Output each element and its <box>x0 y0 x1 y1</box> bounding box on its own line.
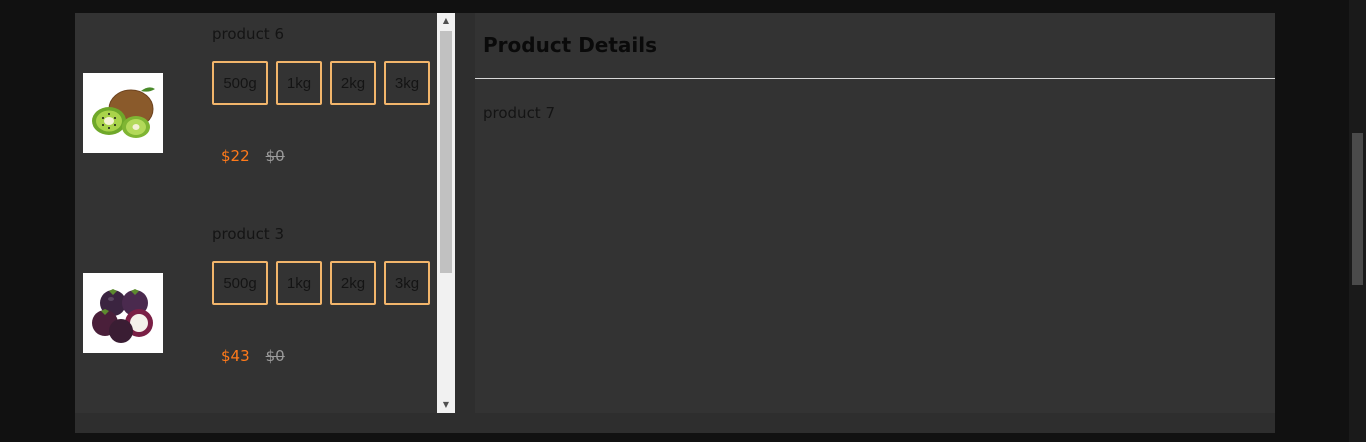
variant-button-500g[interactable]: 500g <box>212 261 268 305</box>
variant-button-2kg[interactable]: 2kg <box>330 261 376 305</box>
details-title: Product Details <box>483 33 658 57</box>
product-name: product 6 <box>212 25 285 43</box>
list-scroll-thumb[interactable] <box>440 31 452 273</box>
variant-button-2kg[interactable]: 2kg <box>330 61 376 105</box>
variant-button-1kg[interactable]: 1kg <box>276 261 322 305</box>
variant-button-500g[interactable]: 500g <box>212 61 268 105</box>
product-image-kiwi[interactable] <box>83 73 163 153</box>
list-scrollbar[interactable]: ▲ ▼ <box>437 13 455 413</box>
list-item[interactable]: product 6 500g 1kg 2kg 3kg $22 $0 <box>75 13 437 203</box>
scroll-up-arrow-icon[interactable]: ▲ <box>437 13 455 29</box>
variant-options: 500g 1kg 2kg 3kg <box>212 261 430 305</box>
app-container: product 6 500g 1kg 2kg 3kg $22 $0 produc… <box>75 13 1275 433</box>
page-scroll-thumb[interactable] <box>1352 133 1363 285</box>
variant-button-3kg[interactable]: 3kg <box>384 61 430 105</box>
product-details-panel: Product Details product 7 <box>475 13 1275 413</box>
sale-price: $43 <box>221 347 250 365</box>
original-price: $0 <box>265 147 285 165</box>
original-price: $0 <box>265 347 285 365</box>
sale-price: $22 <box>221 147 250 165</box>
product-list[interactable]: product 6 500g 1kg 2kg 3kg $22 $0 produc… <box>75 13 455 413</box>
list-item[interactable]: product 3 500g 1kg 2kg 3kg $43 $0 <box>75 213 437 403</box>
variant-options: 500g 1kg 2kg 3kg <box>212 61 430 105</box>
price-row: $43 $0 <box>221 347 285 365</box>
scroll-down-arrow-icon[interactable]: ▼ <box>437 397 455 413</box>
price-row: $22 $0 <box>221 147 285 165</box>
variant-button-1kg[interactable]: 1kg <box>276 61 322 105</box>
product-image-mangosteen[interactable] <box>83 273 163 353</box>
divider <box>475 78 1275 79</box>
page-scrollbar[interactable] <box>1349 0 1366 442</box>
variant-button-3kg[interactable]: 3kg <box>384 261 430 305</box>
product-name: product 3 <box>212 225 285 243</box>
details-product-name: product 7 <box>483 104 556 122</box>
